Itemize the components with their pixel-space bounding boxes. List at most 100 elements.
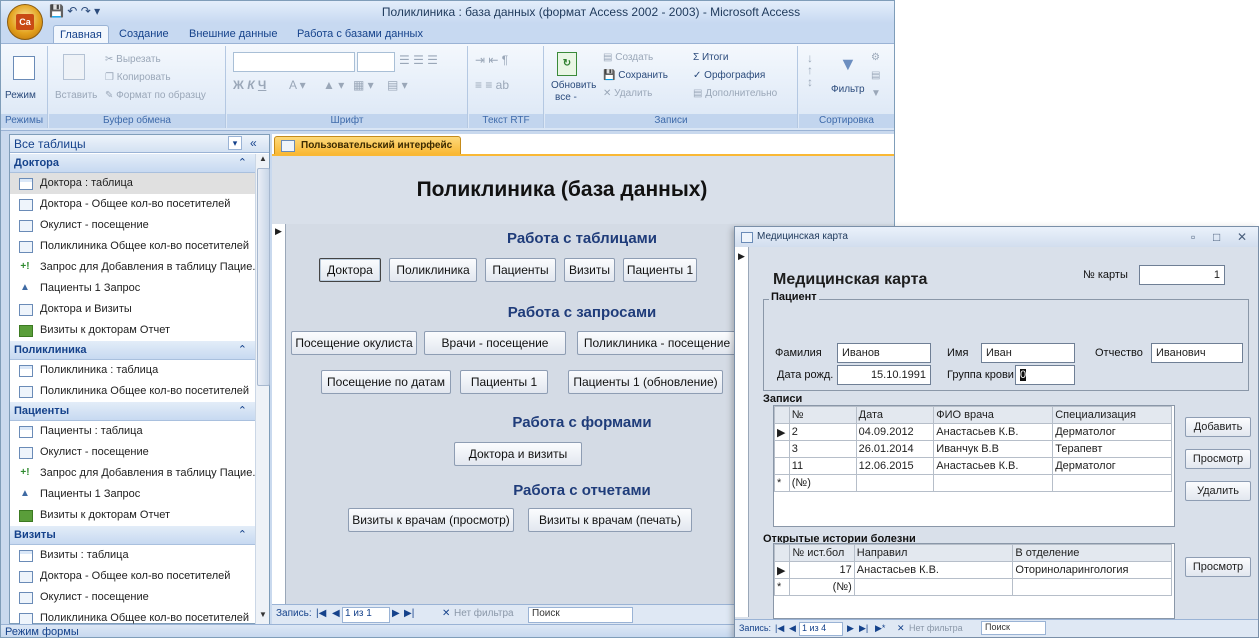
nav-item[interactable]: +! Запрос для Добавления в таблицу Пацие.… [10,257,255,278]
btn-table-visits[interactable]: Визиты [564,258,615,282]
row-selector[interactable] [774,457,790,475]
spelling-button[interactable]: Орфография [704,70,765,81]
nav-item[interactable]: Окулист - посещение [10,587,255,608]
save-icon[interactable]: 💾 [49,4,64,18]
office-button[interactable]: Ca [7,4,43,40]
history-column-header[interactable]: № ист.бол [789,544,855,562]
copy-button[interactable]: Копировать [117,72,171,83]
nav-group-header[interactable]: Пациенты ⌃ [10,402,255,421]
prev-record-icon[interactable]: ◀ [789,623,796,634]
more-button[interactable]: Дополнительно [705,88,777,99]
fill-color-icon[interactable]: ▲ ▾ [323,78,344,92]
new-record-nav-icon[interactable]: ▶* [875,623,885,634]
selection-filter-icon[interactable]: ⚙ [871,52,880,63]
maximize-icon[interactable]: □ [1213,227,1220,247]
records-cell[interactable]: (№) [788,474,857,492]
nav-item[interactable]: Доктора - Общее кол-во посетителей [10,566,255,587]
collapse-chevron-icon[interactable]: ⌃ [238,402,247,420]
alternate-fill-icon[interactable]: ▤ ▾ [387,78,408,92]
records-new-row[interactable]: * (№) [774,474,1172,492]
list-icons[interactable]: ≡ ≡ ab [475,78,509,92]
records-cell[interactable] [1052,474,1172,492]
refresh-all-button[interactable]: Обновить [551,80,596,91]
btn-query-doctors-visits[interactable]: Врачи - посещение [424,331,566,355]
records-cell[interactable] [855,474,935,492]
records-cell[interactable]: Дерматолог [1052,457,1172,475]
shutter-bar-close-icon[interactable]: « [250,136,257,150]
nav-item[interactable]: Доктора - Общее кол-во посетителей [10,194,255,215]
last-record-icon[interactable]: ▶| [404,608,414,619]
btn-table-patients1[interactable]: Пациенты 1 [623,258,697,282]
scroll-up-icon[interactable]: ▲ [257,154,269,166]
records-cell[interactable]: 11 [788,457,857,475]
next-record-icon[interactable]: ▶ [847,623,854,634]
records-cell[interactable]: 26.01.2014 [855,440,935,458]
btn-report-print[interactable]: Визиты к врачам (печать) [528,508,692,532]
btn-delete-record[interactable]: Удалить [1185,481,1251,501]
btn-add-record[interactable]: Добавить [1185,417,1251,437]
patronymic-field[interactable]: Иванович [1151,343,1243,363]
first-record-icon[interactable]: |◀ [316,608,326,619]
nav-item[interactable]: ▲ Пациенты 1 Запрос [10,278,255,299]
history-column-header[interactable]: В отделение [1012,544,1172,562]
records-row[interactable]: ▶ 2 04.09.2012 Анастасьев К.В. Дерматолог [774,423,1172,441]
nav-group-header[interactable]: Визиты ⌃ [10,526,255,545]
cut-button[interactable]: Вырезать [116,54,160,65]
records-cell[interactable]: Дерматолог [1052,423,1172,441]
card-record-selector[interactable]: ▶ [735,247,749,617]
collapse-chevron-icon[interactable]: ⌃ [238,341,247,359]
nav-item[interactable]: Доктора : таблица [10,173,255,194]
save-record-button[interactable]: Сохранить [618,70,668,81]
customize-qat-icon[interactable]: ▾ [94,4,100,18]
records-column-header[interactable]: ФИО врача [933,406,1054,424]
history-cell[interactable]: Анастасьев К.В. [853,561,1014,579]
history-cell[interactable] [853,578,1014,596]
gridlines-icon[interactable]: ▦ ▾ [353,78,374,92]
btn-form-doctors-visits[interactable]: Доктора и визиты [454,442,582,466]
dob-field[interactable]: 15.10.1991 [837,365,931,385]
records-cell[interactable] [933,474,1054,492]
history-new-row[interactable]: * (№) [773,578,1172,596]
advanced-filter-icon[interactable]: ▤ [871,70,880,81]
nav-dropdown-icon[interactable]: ▾ [228,136,242,150]
next-record-icon[interactable]: ▶ [392,608,400,619]
row-selector[interactable]: ▶ [774,423,790,441]
records-row[interactable]: 3 26.01.2014 Иванчук В.В Терапевт [774,440,1172,458]
btn-report-preview[interactable]: Визиты к врачам (просмотр) [348,508,514,532]
align-icons[interactable]: ☰ ☰ ☰ [399,53,438,67]
btn-query-patients1-update[interactable]: Пациенты 1 (обновление) [568,370,723,394]
history-row[interactable]: ▶ 17 Анастасьев К.В. Оториноларингология [773,561,1172,579]
nav-item[interactable]: Визиты к докторам Отчет [10,505,255,526]
history-column-header[interactable]: Направил [853,544,1014,562]
nav-item[interactable]: Визиты к докторам Отчет [10,320,255,341]
nav-item[interactable]: ▲ Пациенты 1 Запрос [10,484,255,505]
records-cell[interactable]: 04.09.2012 [855,423,935,441]
btn-query-patients1[interactable]: Пациенты 1 [460,370,548,394]
row-selector[interactable] [774,440,790,458]
tab-user-interface[interactable]: Пользовательский интерфейс [274,136,462,154]
nav-item[interactable]: Поликлиника Общее кол-во посетителей [10,381,255,402]
filter-button[interactable]: Фильтр [831,84,865,95]
filter-status[interactable]: Нет фильтра [454,608,514,619]
nav-item[interactable]: Пациенты : таблица [10,421,255,442]
name-field[interactable]: Иван [981,343,1075,363]
btn-view-history[interactable]: Просмотр [1185,557,1251,577]
minimize-icon[interactable]: ▫ [1191,227,1195,247]
navigation-pane-header[interactable]: Все таблицы ▾ « [10,135,269,153]
tab-home[interactable]: Главная [53,25,109,44]
refresh-icon[interactable]: ↻ [557,52,577,76]
filter-icon[interactable]: ▼ [839,54,861,74]
refresh-all-dropdown[interactable]: все - [555,92,577,103]
btn-table-doctors[interactable]: Доктора [319,258,381,282]
records-cell[interactable]: 2 [788,423,857,441]
nav-scrollbar[interactable]: ▲ ▼ [255,154,270,624]
card-number-field[interactable]: 1 [1139,265,1225,285]
row-selector[interactable]: ▶ [773,561,791,579]
nav-group-header[interactable]: Доктора ⌃ [10,154,255,173]
close-icon[interactable]: ✕ [1237,227,1247,247]
history-cell[interactable]: (№) [789,578,855,596]
records-column-header[interactable]: Специализация [1052,406,1172,424]
nav-item[interactable]: Поликлиника Общее кол-во посетителей [10,608,255,624]
font-color-icon[interactable]: A ▾ [289,78,306,92]
prev-record-icon[interactable]: ◀ [332,608,340,619]
